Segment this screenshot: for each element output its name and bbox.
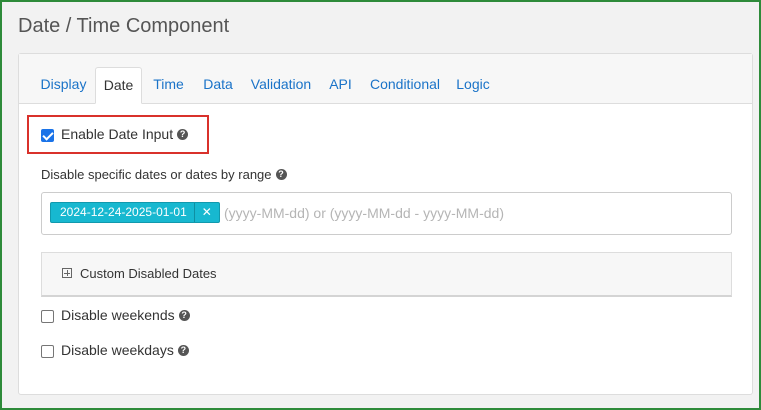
window-frame: Date / Time Component Display Date Time … xyxy=(0,0,761,410)
question-circle-icon[interactable]: ? xyxy=(177,344,189,356)
tab-date[interactable]: Date xyxy=(95,67,142,104)
date-range-tag: 2024-12-24-2025-01-01 ✕ xyxy=(50,202,220,223)
enable-date-input-label: Enable Date Input xyxy=(61,126,174,142)
question-circle-icon[interactable]: ? xyxy=(177,128,189,140)
date-range-tag-label: 2024-12-24-2025-01-01 xyxy=(60,205,187,219)
page-title: Date / Time Component xyxy=(18,15,230,37)
disable-dates-label-row: Disable specific dates or dates by range… xyxy=(41,167,287,182)
disable-weekdays-checkbox[interactable] xyxy=(41,344,54,358)
disable-weekends-label: Disable weekends xyxy=(61,307,175,323)
disable-weekends-row: Disable weekends ? xyxy=(41,306,190,324)
enable-date-input-row: Enable Date Input ? xyxy=(41,125,189,143)
enable-date-input-checkbox[interactable] xyxy=(41,128,54,142)
tab-bar: Display Date Time Data Validation API Co… xyxy=(19,54,752,104)
disable-dates-input[interactable]: 2024-12-24-2025-01-01 ✕ (yyyy-MM-dd) or … xyxy=(41,192,732,235)
tab-data[interactable]: Data xyxy=(197,67,239,103)
disable-dates-placeholder[interactable]: (yyyy-MM-dd) or (yyyy-MM-dd - yyyy-MM-dd… xyxy=(224,205,504,221)
tab-time[interactable]: Time xyxy=(146,67,191,103)
tab-logic[interactable]: Logic xyxy=(450,67,496,103)
close-icon[interactable]: ✕ xyxy=(193,203,219,222)
disable-weekdays-label: Disable weekdays xyxy=(61,342,174,358)
tab-conditional[interactable]: Conditional xyxy=(366,67,444,103)
tab-validation[interactable]: Validation xyxy=(246,67,316,103)
disable-dates-label: Disable specific dates or dates by range xyxy=(41,167,272,182)
custom-disabled-dates-panel[interactable]: Custom Disabled Dates xyxy=(41,252,732,297)
plus-square-icon[interactable] xyxy=(62,268,72,278)
tab-display[interactable]: Display xyxy=(31,67,96,103)
disable-weekdays-row: Disable weekdays ? xyxy=(41,341,189,359)
tab-api[interactable]: API xyxy=(322,67,359,103)
settings-panel: Display Date Time Data Validation API Co… xyxy=(18,53,753,395)
disable-weekends-checkbox[interactable] xyxy=(41,309,54,323)
question-circle-icon[interactable]: ? xyxy=(178,309,190,321)
question-circle-icon[interactable]: ? xyxy=(275,169,287,180)
custom-disabled-dates-label[interactable]: Custom Disabled Dates xyxy=(80,266,217,281)
